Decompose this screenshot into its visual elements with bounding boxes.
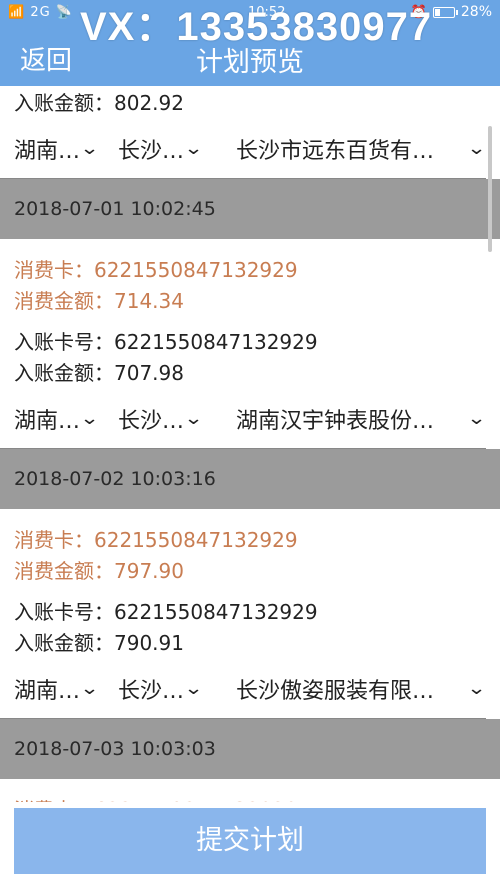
record-date-bar: 2018-07-02 10:03:16 xyxy=(0,449,500,509)
in-card-label: 入账卡号： xyxy=(14,600,114,624)
chevron-down-icon: ⌄ xyxy=(79,678,100,699)
in-amount-value: 790.91 xyxy=(114,631,184,655)
chevron-down-icon: ⌄ xyxy=(79,138,100,159)
battery-icon xyxy=(432,6,458,18)
merchant-select[interactable]: 长沙市远东百货有… ⌄ xyxy=(230,133,486,165)
consume-card-row: 消费卡：6221550847132929 xyxy=(14,795,500,802)
city-value: 长沙… xyxy=(118,138,185,164)
in-amount-value: 802.92 xyxy=(114,91,184,115)
in-amount-value: 707.98 xyxy=(114,361,184,385)
in-amount-label: 入账金额： xyxy=(14,91,114,115)
record-item: 消费卡：6221550847132929 消费金额：797.90 入账卡号：62… xyxy=(0,509,500,659)
signal-indicators: 📶 2G 📡 xyxy=(8,5,73,20)
chevron-down-icon: ⌄ xyxy=(466,408,487,429)
battery-percent: 28% xyxy=(460,4,492,20)
consume-amount-row: 消费金额：797.90 xyxy=(14,556,500,587)
in-amount-row: 入账金额：790.91 xyxy=(14,628,500,659)
record-date-bar: 2018-07-03 10:03:03 xyxy=(0,719,500,779)
watermark-text: VX：13353830977 xyxy=(80,5,433,49)
province-value: 湖南… xyxy=(14,678,81,704)
record-item: 消费卡：6221550847132929 xyxy=(0,779,500,802)
in-card-label: 入账卡号： xyxy=(14,330,114,354)
province-select[interactable]: 湖南… ⌄ xyxy=(14,403,118,435)
province-value: 湖南… xyxy=(14,138,81,164)
in-amount-row: 入账金额：707.98 xyxy=(14,358,500,389)
province-select[interactable]: 湖南… ⌄ xyxy=(14,133,118,165)
consume-card-row: 消费卡：6221550847132929 xyxy=(14,255,500,286)
city-select[interactable]: 长沙… ⌄ xyxy=(118,403,230,435)
merchant-value: 长沙傲姿服装有限… xyxy=(236,678,435,704)
province-value: 湖南… xyxy=(14,408,81,434)
city-value: 长沙… xyxy=(118,678,185,704)
in-card-value: 6221550847132929 xyxy=(114,600,318,624)
record-item: 消费卡：6221550847132929 消费金额：714.34 入账卡号：62… xyxy=(0,239,500,389)
merchant-select[interactable]: 长沙傲姿服装有限… ⌄ xyxy=(230,673,486,705)
chevron-down-icon: ⌄ xyxy=(183,678,204,699)
city-value: 长沙… xyxy=(118,408,185,434)
consume-amount-label: 消费金额： xyxy=(14,559,114,583)
submit-plan-button[interactable]: 提交计划 xyxy=(14,808,486,874)
in-amount-label: 入账金额： xyxy=(14,361,114,385)
consume-amount-label: 消费金额： xyxy=(14,289,114,313)
consume-amount-value: 714.34 xyxy=(114,289,184,313)
location-selects: 湖南… ⌄ 长沙… ⌄ 长沙傲姿服装有限… ⌄ xyxy=(0,659,486,719)
city-select[interactable]: 长沙… ⌄ xyxy=(118,133,230,165)
consume-amount-value: 797.90 xyxy=(114,559,184,583)
location-selects: 湖南… ⌄ 长沙… ⌄ 湖南汉宇钟表股份… ⌄ xyxy=(0,389,486,449)
scrollbar[interactable] xyxy=(488,126,492,252)
consume-card-value: 6221550847132929 xyxy=(94,528,298,552)
province-select[interactable]: 湖南… ⌄ xyxy=(14,673,118,705)
chevron-down-icon: ⌄ xyxy=(466,138,487,159)
consume-card-label: 消费卡： xyxy=(14,258,94,282)
consume-card-value: 6221550847132929 xyxy=(94,798,298,802)
chevron-down-icon: ⌄ xyxy=(183,408,204,429)
plan-list[interactable]: 入账金额：802.92 湖南… ⌄ 长沙… ⌄ 长沙市远东百货有… ⌄ 2018-07… xyxy=(0,86,500,802)
consume-card-label: 消费卡： xyxy=(14,528,94,552)
in-card-row: 入账卡号：6221550847132929 xyxy=(14,327,500,358)
merchant-value: 长沙市远东百货有… xyxy=(236,138,435,164)
record-date-bar: 2018-07-01 10:02:45 xyxy=(0,179,500,239)
battery-fill xyxy=(434,8,441,16)
consume-card-value: 6221550847132929 xyxy=(94,258,298,282)
record-partial-top: 入账金额：802.92 xyxy=(0,88,500,119)
chevron-down-icon: ⌄ xyxy=(79,408,100,429)
location-selects: 湖南… ⌄ 长沙… ⌄ 长沙市远东百货有… ⌄ xyxy=(0,119,486,179)
city-select[interactable]: 长沙… ⌄ xyxy=(118,673,230,705)
in-amount-row: 入账金额：802.92 xyxy=(14,88,500,119)
chevron-down-icon: ⌄ xyxy=(466,678,487,699)
consume-card-label: 消费卡： xyxy=(14,798,94,802)
merchant-select[interactable]: 湖南汉宇钟表股份… ⌄ xyxy=(230,403,486,435)
in-card-value: 6221550847132929 xyxy=(114,330,318,354)
merchant-value: 湖南汉宇钟表股份… xyxy=(236,408,435,434)
in-card-row: 入账卡号：6221550847132929 xyxy=(14,597,500,628)
in-amount-label: 入账金额： xyxy=(14,631,114,655)
consume-amount-row: 消费金额：714.34 xyxy=(14,286,500,317)
consume-card-row: 消费卡：6221550847132929 xyxy=(14,525,500,556)
chevron-down-icon: ⌄ xyxy=(183,138,204,159)
